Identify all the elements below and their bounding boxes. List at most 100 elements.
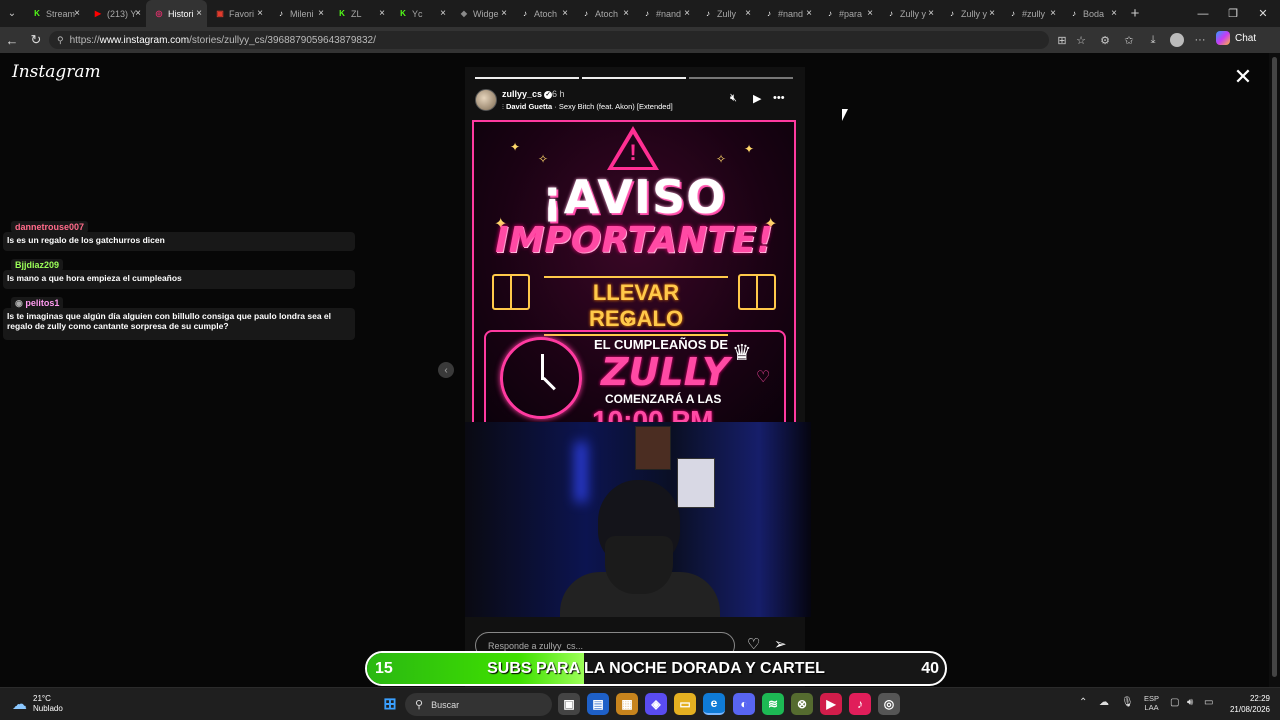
browser-tab[interactable]: ♪ Zully × bbox=[695, 0, 756, 27]
browser-tab[interactable]: ♪ #nand × bbox=[634, 0, 695, 27]
close-story-icon[interactable]: ✕ bbox=[1231, 64, 1255, 89]
play-icon[interactable]: ▶ bbox=[753, 92, 761, 105]
microphone-icon[interactable]: 🎙︎ bbox=[1121, 697, 1134, 708]
show-hidden-icons-icon[interactable]: ⌃ bbox=[1079, 697, 1087, 708]
tab-close-icon[interactable]: × bbox=[379, 8, 385, 19]
browser-tab[interactable]: ◆ Widge × bbox=[451, 0, 512, 27]
mute-icon[interactable]: 🔇︎ bbox=[730, 92, 737, 105]
file-explorer-icon[interactable]: ▭ bbox=[674, 693, 696, 715]
tab-close-icon[interactable]: × bbox=[257, 8, 263, 19]
taskbar-clock[interactable]: 22:29 21/08/2026 bbox=[1224, 693, 1270, 715]
browser-tab[interactable]: ♪ #zully × bbox=[1000, 0, 1061, 27]
battery-icon[interactable]: ▭ bbox=[1204, 697, 1213, 708]
tab-close-icon[interactable]: × bbox=[867, 8, 873, 19]
tiktok-icon: ♪ bbox=[950, 9, 954, 18]
story-username[interactable]: zullyy_cs bbox=[502, 89, 542, 99]
streaming-app-icon[interactable]: ▶ bbox=[820, 693, 842, 715]
browser-tab[interactable]: ▶ (213) Y × bbox=[85, 0, 146, 27]
story-username-row[interactable]: zullyy_cs ✓ bbox=[502, 89, 553, 99]
settings-menu-icon[interactable]: ··· bbox=[1188, 27, 1212, 53]
favorites-icon[interactable]: ✩ bbox=[1117, 27, 1141, 53]
browser-tab[interactable]: ♪ Zully y × bbox=[878, 0, 939, 27]
story-song[interactable]: ⫶ David Guetta · Sexy Bitch (feat. Akon)… bbox=[502, 102, 673, 112]
new-tab-button[interactable]: + bbox=[1122, 5, 1148, 22]
tab-close-icon[interactable]: × bbox=[318, 8, 324, 19]
address-bar[interactable]: ⚲ https://www.instagram.com/stories/zull… bbox=[49, 31, 1049, 49]
language-indicator[interactable]: ESP LAA bbox=[1144, 694, 1159, 712]
tiktok-icon: ♪ bbox=[767, 9, 771, 18]
tab-close-icon[interactable]: × bbox=[440, 8, 446, 19]
tab-list: K Stream × ▶ (213) Y × ◎ Histori × ▣ Favori × ♪ Milen… bbox=[24, 0, 1122, 27]
favorite-star-icon[interactable]: ☆ bbox=[1069, 27, 1093, 53]
task-view-icon[interactable]: ▣ bbox=[558, 693, 580, 715]
browser-tab[interactable]: ♪ Mileni × bbox=[268, 0, 329, 27]
edge-browser-icon[interactable]: e bbox=[703, 693, 725, 715]
tab-close-icon[interactable]: × bbox=[74, 8, 80, 19]
xbox-icon[interactable]: ⊗ bbox=[791, 693, 813, 715]
tab-close-icon[interactable]: × bbox=[623, 8, 629, 19]
store-icon[interactable]: ▦ bbox=[616, 693, 638, 715]
browser-tab[interactable]: ♪ Boda × bbox=[1061, 0, 1122, 27]
instagram-logo[interactable]: Instagram bbox=[12, 62, 101, 82]
browser-tab[interactable]: ♪ Zully y × bbox=[939, 0, 1000, 27]
back-icon[interactable]: ← bbox=[0, 27, 24, 53]
copilot-button[interactable]: Chat bbox=[1216, 31, 1256, 45]
onedrive-icon[interactable]: ☁ bbox=[1099, 697, 1109, 708]
tiktok-app-icon[interactable]: ♪ bbox=[849, 693, 871, 715]
window-close-icon[interactable]: ✕ bbox=[1246, 0, 1280, 27]
site-info-icon[interactable]: ⚲ bbox=[57, 35, 64, 46]
story-avatar[interactable] bbox=[475, 89, 497, 111]
browser-tab[interactable]: ♪ Atoch × bbox=[573, 0, 634, 27]
tab-close-icon[interactable]: × bbox=[684, 8, 690, 19]
profile-avatar[interactable] bbox=[1165, 27, 1189, 53]
copilot-app-icon[interactable]: ◈ bbox=[645, 693, 667, 715]
heart-icon: ♥ bbox=[624, 312, 633, 328]
sparkle-icon: ✦ bbox=[744, 142, 755, 156]
previous-story-icon[interactable]: ‹ bbox=[438, 362, 454, 378]
restore-icon[interactable]: ❐ bbox=[1216, 0, 1250, 27]
poster-starts-label: COMENZARÁ A LAS bbox=[605, 392, 722, 406]
notes-app-icon[interactable]: ▤ bbox=[587, 693, 609, 715]
extensions-icon[interactable]: ⚙ bbox=[1093, 27, 1117, 53]
browser-tab[interactable]: K ZL × bbox=[329, 0, 390, 27]
browser-tab[interactable]: K Stream × bbox=[24, 0, 85, 27]
weather-widget[interactable]: ☁ 21°C Nublado bbox=[12, 694, 63, 714]
browser-tab[interactable]: ♪ Atoch × bbox=[512, 0, 573, 27]
tab-close-icon[interactable]: × bbox=[745, 8, 751, 19]
spotify-icon[interactable]: ≋ bbox=[762, 693, 784, 715]
taskbar-search[interactable]: ⚲ Buscar bbox=[405, 693, 552, 716]
tab-close-icon[interactable]: × bbox=[1111, 8, 1117, 19]
windows-start-icon[interactable]: ⊞ bbox=[379, 693, 401, 715]
volume-icon[interactable]: 🔊︎ bbox=[1187, 697, 1193, 708]
downloads-icon[interactable]: ⤓ bbox=[1141, 27, 1165, 53]
story-card[interactable]: zullyy_cs ✓ 6 h ⫶ David Guetta · Sexy Bit… bbox=[465, 67, 811, 687]
tab-close-icon[interactable]: × bbox=[562, 8, 568, 19]
minimize-icon[interactable]: — bbox=[1186, 0, 1220, 27]
tab-close-icon[interactable]: × bbox=[501, 8, 507, 19]
chrome-icon[interactable]: ◎ bbox=[878, 693, 900, 715]
tab-close-icon[interactable]: × bbox=[806, 8, 812, 19]
tiktok-icon: ♪ bbox=[523, 9, 527, 18]
lang-primary: ESP bbox=[1144, 694, 1160, 703]
network-icon[interactable]: ▢ bbox=[1170, 697, 1179, 708]
weather-desc: Nublado bbox=[33, 704, 63, 713]
tab-close-icon[interactable]: × bbox=[989, 8, 995, 19]
browser-tab[interactable]: ▣ Favori × bbox=[207, 0, 268, 27]
page-scrollbar[interactable] bbox=[1269, 53, 1280, 687]
browser-tab[interactable]: ♪ #nand × bbox=[756, 0, 817, 27]
tab-close-icon[interactable]: × bbox=[135, 8, 141, 19]
browser-tab[interactable]: K Yc × bbox=[390, 0, 451, 27]
tab-close-icon[interactable]: × bbox=[1050, 8, 1056, 19]
more-options-icon[interactable]: ••• bbox=[773, 92, 785, 104]
tab-actions-menu-icon[interactable]: ⌄ bbox=[0, 0, 24, 27]
browser-tab[interactable]: ◎ Histori × bbox=[146, 0, 207, 27]
refresh-icon[interactable]: ↻ bbox=[24, 27, 48, 53]
discord-icon[interactable]: ◐ bbox=[733, 693, 755, 715]
tab-close-icon[interactable]: × bbox=[928, 8, 934, 19]
tab-close-icon[interactable]: × bbox=[196, 8, 202, 19]
scrollbar-thumb[interactable] bbox=[1272, 57, 1277, 677]
windows-taskbar: ☁ 21°C Nublado ⊞ ⚲ Buscar ▣ ▤ ▦ ◈ ▭ e ◐ ≋ … bbox=[0, 687, 1280, 720]
tiktok-icon: ♪ bbox=[584, 9, 588, 18]
kick-icon: K bbox=[400, 9, 406, 18]
browser-tab[interactable]: ♪ #para × bbox=[817, 0, 878, 27]
